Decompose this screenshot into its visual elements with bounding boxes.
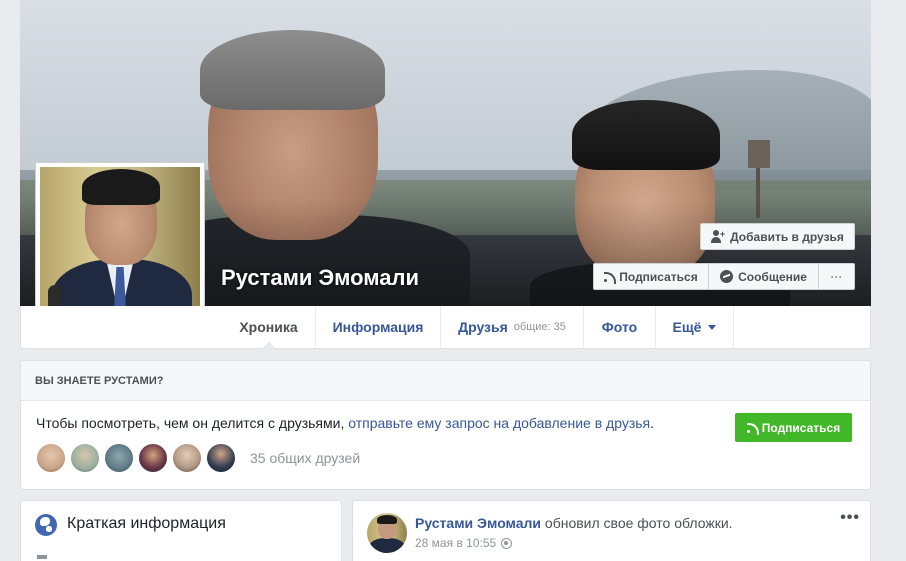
rss-icon (746, 422, 759, 435)
intro-title: Краткая информация (67, 515, 226, 532)
do-you-know-text-after: . (650, 415, 655, 431)
add-friend-button[interactable]: + Добавить в друзья (700, 223, 855, 250)
do-you-know-text-before: Чтобы посмотреть, чем он делится с друзь… (36, 415, 349, 431)
cover-person-right-hair (572, 100, 720, 170)
message-button[interactable]: Сообщение (708, 263, 819, 290)
chevron-down-icon (708, 324, 717, 330)
tab-more[interactable]: Ещё (656, 306, 734, 348)
post-author-avatar[interactable] (367, 513, 407, 553)
subscribe-label: Подписаться (619, 269, 698, 284)
tab-friends[interactable]: Друзья общие: 35 (441, 306, 584, 348)
profile-nav: Хроника Информация Друзья общие: 35 Фото… (20, 306, 871, 349)
do-you-know-heading: ВЫ ЗНАЕТЕ РУСТАМИ? (21, 361, 870, 401)
intro-content-stub (37, 555, 47, 559)
post-menu-icon[interactable]: ••• (840, 509, 860, 527)
more-dots-icon: ··· (830, 269, 843, 284)
intro-card: Краткая информация (20, 500, 342, 561)
message-label: Сообщение (738, 269, 807, 284)
add-friend-icon: + (711, 230, 725, 243)
tab-photos-label: Фото (601, 319, 638, 335)
subscribe-button[interactable]: Подписаться (593, 263, 709, 290)
messenger-icon (720, 270, 734, 283)
subscribe-green-label: Подписаться (761, 420, 841, 435)
post-avatar-body (369, 538, 405, 553)
mutual-friend-avatar[interactable] (104, 443, 134, 473)
post-meta: 28 мая в 10:55 (415, 536, 513, 550)
mutual-friend-avatar[interactable] (206, 443, 236, 473)
cover-water-tower (748, 140, 770, 168)
globe-icon (35, 514, 57, 536)
post-timestamp[interactable]: 28 мая в 10:55 (415, 536, 496, 550)
post-headline: Рустами Эмомали обновил свое фото обложк… (415, 515, 733, 531)
tab-friends-count: общие: 35 (513, 321, 566, 333)
add-friend-label: Добавить в друзья (730, 229, 844, 244)
active-tab-indicator (261, 342, 276, 349)
tab-info[interactable]: Информация (316, 306, 441, 348)
more-options-button[interactable]: ··· (818, 263, 855, 290)
mutual-friends-row: 35 общих друзей (36, 442, 360, 474)
mutual-friend-avatar[interactable] (70, 443, 100, 473)
do-you-know-card: ВЫ ЗНАЕТЕ РУСТАМИ? Чтобы посмотреть, чем… (20, 360, 871, 490)
tab-photos[interactable]: Фото (584, 306, 656, 348)
mutual-friend-avatar[interactable] (172, 443, 202, 473)
post-card: Рустами Эмомали обновил свое фото обложк… (352, 500, 871, 561)
tab-friends-label: Друзья (458, 319, 508, 335)
avatar-hair (82, 169, 160, 205)
do-you-know-text: Чтобы посмотреть, чем он делится с друзь… (36, 415, 654, 431)
tab-timeline-label: Хроника (239, 319, 298, 335)
rss-icon (604, 271, 617, 284)
page-right-edge (880, 0, 906, 561)
cover-person-left-hair (200, 30, 385, 110)
public-globe-icon[interactable] (501, 537, 513, 549)
tab-timeline[interactable]: Хроника (222, 306, 316, 349)
profile-name[interactable]: Рустами Эмомали (221, 265, 419, 291)
tab-more-label: Ещё (672, 319, 702, 335)
mutual-friend-avatar[interactable] (36, 443, 66, 473)
profile-picture-image (40, 167, 200, 327)
friend-request-link[interactable]: отправьте ему запрос на добавление в дру… (348, 415, 650, 431)
subscribe-green-button[interactable]: Подписаться (735, 413, 852, 442)
tab-info-label: Информация (332, 319, 424, 335)
mutual-friend-avatar[interactable] (138, 443, 168, 473)
post-author-name[interactable]: Рустами Эмомали (415, 515, 541, 531)
post-avatar-hair (377, 515, 397, 524)
post-action-text: обновил свое фото обложки. (541, 515, 733, 531)
mutual-friends-count[interactable]: 35 общих друзей (250, 450, 360, 466)
